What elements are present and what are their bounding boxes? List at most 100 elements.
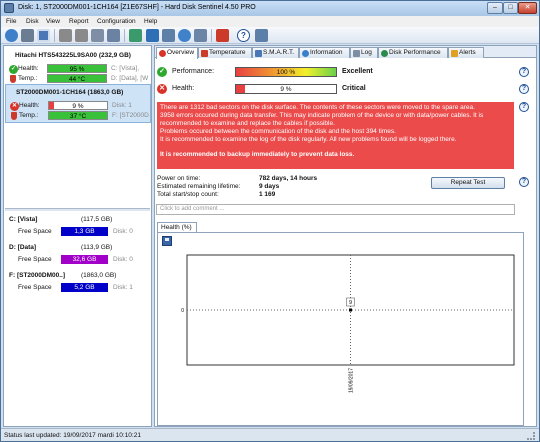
- alerts-icon: [451, 50, 458, 57]
- refresh-icon[interactable]: [5, 29, 18, 42]
- app-icon[interactable]: [4, 3, 14, 13]
- comment-field[interactable]: Click to add comment ...: [156, 204, 515, 215]
- temp-label: Temp.:: [19, 112, 39, 119]
- start-stop-value: 1 169: [259, 191, 276, 198]
- health-bar-fill: [49, 102, 55, 109]
- maximize-button[interactable]: □: [503, 2, 518, 14]
- tools-icon[interactable]: [59, 29, 72, 42]
- disk-icon[interactable]: [21, 29, 34, 42]
- disk-list-pane: Hitachi HTS543225L9SA00 (232,9 GB) ✓ Hea…: [3, 45, 152, 427]
- help-icon[interactable]: ?: [519, 84, 529, 94]
- menu-configuration[interactable]: Configuration: [97, 18, 136, 25]
- help-icon[interactable]: ?: [519, 177, 529, 187]
- tab-alerts[interactable]: Alerts: [448, 47, 484, 58]
- volume-size: (113,9 GB): [81, 244, 113, 251]
- disk-entry-0[interactable]: Hitachi HTS543225L9SA00 (232,9 GB) ✓ Hea…: [5, 48, 151, 87]
- volume-entry-d[interactable]: D: [Data] (113,9 GB) Free Space 32,6 GB …: [5, 242, 151, 270]
- tab-overview[interactable]: Overview: [156, 47, 198, 59]
- close-button[interactable]: ✕: [518, 2, 537, 14]
- disk-list-empty-area: [5, 128, 150, 208]
- help-icon[interactable]: ?: [519, 67, 529, 77]
- health-chart-panel: 0 9 19/09/2017: [157, 232, 524, 426]
- details-pane: Overview Temperature S.M.A.R.T. Informat…: [154, 45, 537, 427]
- thermometer-icon: [11, 112, 17, 120]
- volume-size: (117,5 GB): [81, 216, 113, 223]
- volume-disk: Disk: 0: [113, 228, 133, 235]
- tab-bar: Overview Temperature S.M.A.R.T. Informat…: [155, 46, 536, 59]
- performance-label: Performance:: [172, 68, 215, 75]
- health-critical-icon: ✕: [157, 84, 167, 94]
- data-point: [349, 308, 352, 312]
- tab-smart[interactable]: S.M.A.R.T.: [252, 47, 299, 58]
- disk-performance-icon: [381, 50, 388, 57]
- free-space-label: Free Space: [18, 256, 52, 263]
- status-bar: Status last updated: 19/09/2017 mardi 10…: [1, 428, 539, 441]
- y-tick-label: 0: [181, 308, 184, 314]
- surface-icon[interactable]: [146, 29, 159, 42]
- volume-size: (1863,0 GB): [81, 272, 117, 279]
- menu-view[interactable]: View: [46, 18, 60, 25]
- menu-help[interactable]: Help: [144, 18, 157, 25]
- toolbar-separator: [54, 29, 55, 42]
- health-alert-message: There are 1312 bad sectors on the disk s…: [157, 102, 514, 169]
- volume-entry-f[interactable]: F: [ST2000DM00..] (1863,0 GB) Free Space…: [5, 270, 151, 298]
- disk-entry-1[interactable]: ST2000DM001-1CH164 (1863,0 GB) ✕ Health:…: [5, 84, 151, 123]
- temp-bar: 44 °C: [47, 74, 107, 83]
- resize-grip-icon[interactable]: [527, 432, 535, 440]
- help-icon[interactable]: ?: [237, 29, 250, 42]
- smart-icon: [255, 50, 262, 57]
- health-bar: 95 %: [47, 64, 107, 73]
- mail-icon[interactable]: [194, 29, 207, 42]
- volume-name: C: [Vista]: [9, 216, 38, 223]
- toolbar-separator: [211, 29, 212, 42]
- performance-bar: 100 %: [235, 67, 337, 77]
- toolbar-separator: [124, 29, 125, 42]
- app-window: Disk: 1, ST2000DM001-1CH164 [Z1E67SHF] -…: [0, 0, 540, 442]
- health-label: Health:: [172, 85, 195, 92]
- minimize-button[interactable]: –: [487, 2, 503, 14]
- report-icon[interactable]: [107, 29, 120, 42]
- information-icon: [302, 50, 309, 57]
- temp-label: Temp.:: [18, 75, 38, 82]
- repeat-test-button[interactable]: Repeat Test: [431, 177, 505, 189]
- help-icon[interactable]: ?: [519, 102, 529, 112]
- disk-volume-info: F: [ST2000D: [112, 112, 149, 119]
- tab-disk-performance[interactable]: Disk Performance: [378, 47, 448, 58]
- temp-bar: 37 °C: [48, 111, 108, 120]
- pane-splitter[interactable]: [5, 208, 150, 211]
- settings-icon[interactable]: [91, 29, 104, 42]
- menu-file[interactable]: File: [6, 18, 16, 25]
- volume-name: D: [Data]: [9, 244, 37, 251]
- test-icon[interactable]: [129, 29, 142, 42]
- x-tick-label: 19/09/2017: [349, 368, 355, 393]
- disk-number: Disk: 1: [112, 102, 132, 109]
- free-space-label: Free Space: [18, 284, 52, 291]
- free-space-bar: 5,2 GB: [61, 283, 108, 292]
- temperature-icon: [201, 50, 208, 57]
- alert-tool-icon[interactable]: [216, 29, 229, 42]
- health-bar: 9 %: [48, 101, 108, 110]
- tab-information[interactable]: Information: [299, 47, 350, 58]
- free-space-label: Free Space: [18, 228, 52, 235]
- sync-icon[interactable]: [178, 29, 191, 42]
- error-icon: ✕: [10, 102, 19, 111]
- performance-ok-icon: ✓: [157, 67, 167, 77]
- data-label: 9: [349, 300, 352, 306]
- menu-disk[interactable]: Disk: [26, 18, 39, 25]
- disk-name: Hitachi HTS543225L9SA00 (232,9 GB): [15, 52, 131, 59]
- tab-log[interactable]: Log: [350, 47, 378, 58]
- disk-volume-info: C: [Vista],: [111, 65, 140, 72]
- info-icon[interactable]: [255, 29, 268, 42]
- volume-entry-c[interactable]: C: [Vista] (117,5 GB) Free Space 1,3 GB …: [5, 214, 151, 242]
- tools-2-icon[interactable]: [75, 29, 88, 42]
- menu-report[interactable]: Report: [69, 18, 89, 25]
- remaining-lifetime-label: Estimated remaining lifetime:: [157, 183, 241, 190]
- overview-icon: [159, 50, 166, 57]
- power-on-label: Power on time:: [157, 175, 201, 182]
- monitor-icon[interactable]: [37, 29, 50, 42]
- power-on-value: 782 days, 14 hours: [259, 175, 318, 182]
- remaining-lifetime-value: 9 days: [259, 183, 280, 190]
- free-space-bar: 1,3 GB: [61, 227, 108, 236]
- tab-temperature[interactable]: Temperature: [198, 47, 252, 58]
- update-icon[interactable]: [162, 29, 175, 42]
